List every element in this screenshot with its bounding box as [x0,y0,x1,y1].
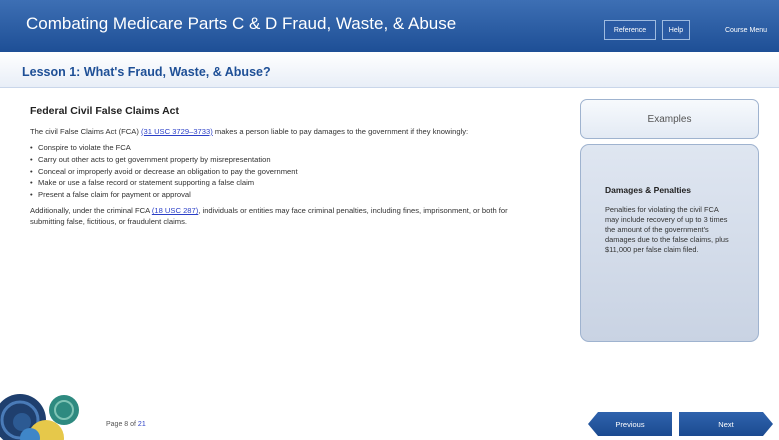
page-total: 21 [137,421,146,428]
next-button[interactable]: Next [679,412,773,436]
panel-body: Penalties for violating the civil FCA ma… [605,205,729,254]
reference-button[interactable]: Reference [604,20,656,40]
lesson-title: Lesson 1: What's Fraud, Waste, & Abuse? [22,65,271,79]
examples-button[interactable]: Examples [580,99,759,139]
main-content: Federal Civil False Claims Act The civil… [30,104,520,234]
lesson-bar: Lesson 1: What's Fraud, Waste, & Abuse? [0,52,779,88]
violation-list: Conspire to violate the FCA Carry out ot… [30,143,520,200]
page-label: Page 8 of [106,421,138,428]
app-header: Combating Medicare Parts C & D Fraud, Wa… [0,0,779,52]
list-item: Make or use a false record or statement … [30,178,520,189]
damages-penalties-panel: Damages & Penalties Penalties for violat… [580,144,759,342]
help-button[interactable]: Help [662,20,690,40]
course-logo-icon [0,394,79,440]
course-title: Combating Medicare Parts C & D Fraud, Wa… [26,14,457,33]
usc-287-link[interactable]: (18 USC 287) [152,206,198,215]
list-item: Conspire to violate the FCA [30,143,520,154]
panel-title: Damages & Penalties [605,185,691,195]
intro-paragraph: The civil False Claims Act (FCA) (31 USC… [30,127,520,138]
previous-button[interactable]: Previous [588,412,672,436]
usc-3729-link[interactable]: (31 USC 3729–3733) [141,127,213,136]
list-item: Carry out other acts to get government p… [30,155,520,166]
list-item: Present a false claim for payment or app… [30,190,520,201]
intro-text-after: makes a person liable to pay damages to … [212,126,469,136]
closing-text-before: Additionally, under the criminal FCA [30,206,152,216]
page-indicator: Page 8 of 21 [106,421,146,428]
intro-text-before: The civil False Claims Act (FCA) [30,126,141,136]
content-heading: Federal Civil False Claims Act [30,105,180,117]
closing-paragraph: Additionally, under the criminal FCA (18… [30,206,520,227]
course-menu-button[interactable]: Course Menu [715,20,777,40]
list-item: Conceal or improperly avoid or decrease … [30,167,520,178]
